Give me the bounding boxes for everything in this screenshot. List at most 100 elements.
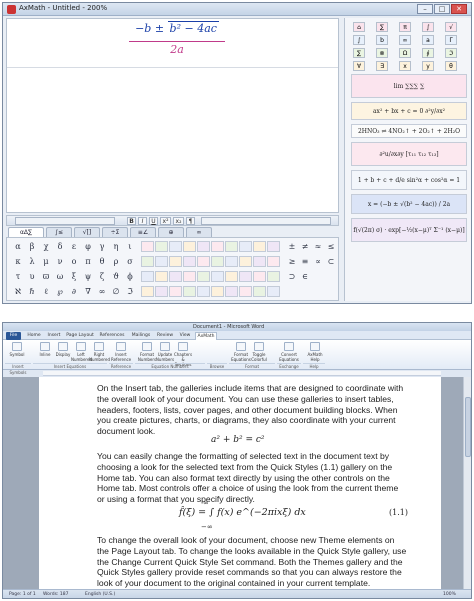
symbol-key[interactable]: κ	[11, 256, 25, 268]
template-key[interactable]	[197, 286, 210, 297]
template-key[interactable]	[155, 286, 168, 297]
example-formula[interactable]: ax² + bx + c = 0 ∂²y/∂x²	[351, 102, 467, 120]
symbol-key[interactable]: β	[25, 241, 39, 253]
paragraph-button[interactable]: ¶	[186, 217, 195, 225]
example-formula[interactable]: x = (−b ± √(b² − 4ac)) / 2a	[351, 194, 467, 214]
template-key[interactable]	[169, 241, 182, 252]
template-icon[interactable]: a	[422, 35, 434, 45]
tab-page-layout[interactable]: Page Layout	[65, 332, 95, 340]
template-icon[interactable]: Γ	[445, 35, 457, 45]
example-formula[interactable]: lim ∑∑∑ ∑	[351, 74, 467, 98]
equation-pythagoras[interactable]: a² + b² = c²	[211, 435, 265, 445]
relation-key[interactable]: ≥	[285, 256, 299, 268]
tab-home[interactable]: Home	[25, 332, 43, 340]
tab-insert[interactable]: Insert	[45, 332, 63, 340]
tab-circled[interactable]: ⊕	[158, 227, 184, 237]
relation-key[interactable]: ⊂	[324, 256, 338, 268]
template-key[interactable]	[141, 256, 154, 267]
template-key[interactable]	[211, 271, 224, 282]
symbol-key[interactable]: η	[109, 241, 123, 253]
symbol-key[interactable]: ∂	[67, 286, 81, 298]
example-formula[interactable]: 2HNO₃ ⇌ 4NO₂↑ + 2O₂↑ + 2H₂O	[351, 124, 467, 138]
tab-axmath[interactable]: AxMath	[195, 332, 217, 340]
template-key[interactable]	[239, 286, 252, 297]
relation-key[interactable]: ≡	[298, 256, 312, 268]
symbol-key[interactable]: φ	[81, 241, 95, 253]
relation-key[interactable]: ≈	[311, 241, 325, 253]
template-icon[interactable]: ⌂	[353, 22, 365, 32]
template-key[interactable]	[141, 241, 154, 252]
symbol-key[interactable]: ∞	[95, 286, 109, 298]
template-icon[interactable]: π	[399, 22, 411, 32]
tab-roots[interactable]: √[]	[74, 227, 100, 237]
example-formula[interactable]: 1 + b + c + d/e sin²α + cos²α = 1	[351, 170, 467, 190]
equation-fourier[interactable]: f̂(ξ) = ∫ f(x) e^(−2πixξ) dx	[179, 507, 306, 518]
template-key[interactable]	[225, 271, 238, 282]
template-icon[interactable]: θ	[445, 61, 457, 71]
symbol-key[interactable]: ℓ	[39, 286, 53, 298]
minimize-button[interactable]: –	[417, 4, 433, 14]
symbol-key[interactable]: ϕ	[123, 271, 137, 283]
tab-mailings[interactable]: Mailings	[129, 332, 153, 340]
maximize-button[interactable]: □	[434, 4, 450, 14]
symbol-key[interactable]: ℵ	[11, 286, 25, 298]
template-key[interactable]	[239, 271, 252, 282]
ribbon-button[interactable]: Right Numbered	[89, 342, 110, 362]
symbol-key[interactable]: ρ	[109, 256, 123, 268]
symbol-key[interactable]: υ	[25, 271, 39, 283]
tab-review[interactable]: Review	[155, 332, 175, 340]
italic-button[interactable]: I	[138, 217, 147, 225]
tab-references[interactable]: References	[97, 332, 127, 340]
symbol-key[interactable]: ∅	[109, 286, 123, 298]
relation-key[interactable]: ⊃	[285, 271, 299, 283]
template-key[interactable]	[225, 241, 238, 252]
symbol-key[interactable]: ν	[53, 256, 67, 268]
template-key[interactable]	[225, 286, 238, 297]
quadratic-formula[interactable]: −b ± b² − 4ac 2a	[127, 21, 227, 60]
template-key[interactable]	[253, 286, 266, 297]
symbol-key[interactable]: ι	[123, 241, 137, 253]
template-key[interactable]	[225, 256, 238, 267]
template-key[interactable]	[197, 256, 210, 267]
template-icon[interactable]: ∫	[422, 22, 434, 32]
template-key[interactable]	[253, 271, 266, 282]
symbol-key[interactable]: ∇	[81, 286, 95, 298]
template-key[interactable]	[267, 271, 280, 282]
relation-key[interactable]: ∝	[311, 256, 325, 268]
superscript-button[interactable]: x²	[160, 217, 171, 225]
symbol-key[interactable]: ϑ	[109, 271, 123, 283]
template-key[interactable]	[183, 271, 196, 282]
tab-geometry[interactable]: ≡∠	[130, 227, 156, 237]
relation-key[interactable]: ±	[285, 241, 299, 253]
template-key[interactable]	[183, 241, 196, 252]
template-key[interactable]	[211, 241, 224, 252]
template-key[interactable]	[267, 256, 280, 267]
tab-greek[interactable]: αΔ∑	[8, 227, 44, 237]
symbol-key[interactable]: σ	[123, 256, 137, 268]
example-formula[interactable]: f(√(2π) σ) · exp[−½(x−μ)ᵀ Σ⁻¹ (x−μ)]	[351, 218, 467, 242]
symbol-key[interactable]: ζ	[95, 271, 109, 283]
vertical-scrollbar[interactable]	[463, 377, 471, 589]
template-icon[interactable]: ∮	[422, 48, 434, 58]
subscript-button[interactable]: x₂	[173, 217, 184, 225]
template-key[interactable]	[169, 286, 182, 297]
template-key[interactable]	[253, 241, 266, 252]
status-words[interactable]: Words: 187	[43, 591, 68, 598]
ribbon-button[interactable]: Symbol	[7, 342, 27, 362]
relation-key[interactable]: ≤	[324, 241, 338, 253]
template-icon[interactable]: ∞	[399, 35, 411, 45]
template-key[interactable]	[141, 271, 154, 282]
symbol-key[interactable]: γ	[95, 241, 109, 253]
template-key[interactable]	[155, 271, 168, 282]
template-key[interactable]	[211, 256, 224, 267]
symbol-key[interactable]: ψ	[81, 271, 95, 283]
symbol-key[interactable]: λ	[25, 256, 39, 268]
template-key[interactable]	[267, 286, 280, 297]
template-key[interactable]	[211, 286, 224, 297]
symbol-key[interactable]: α	[11, 241, 25, 253]
status-language[interactable]: English (U.S.)	[85, 591, 115, 598]
symbol-key[interactable]: ω	[53, 271, 67, 283]
ribbon-button[interactable]: Convert Equations	[279, 342, 299, 362]
template-icon[interactable]: ∑	[376, 22, 388, 32]
horizontal-ruler[interactable]	[43, 371, 441, 376]
